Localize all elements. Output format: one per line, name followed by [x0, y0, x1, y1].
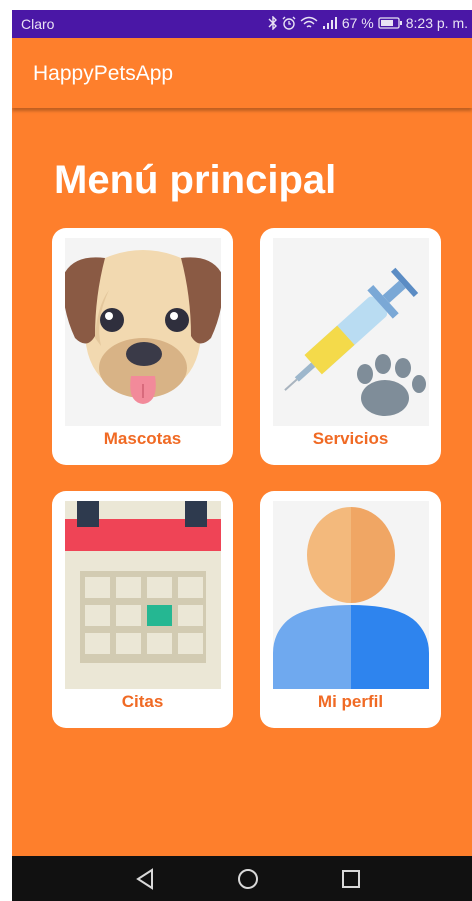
page-title: Menú principal — [54, 158, 337, 202]
dog-icon — [65, 238, 221, 426]
card-mascotas[interactable]: Mascotas — [52, 228, 233, 465]
app-screen: Claro 67 % 8:23 p. m. HappyPetsApp Menú … — [12, 10, 472, 901]
card-label: Servicios — [312, 429, 389, 448]
wifi-icon — [300, 16, 318, 30]
calendar-icon — [65, 501, 221, 689]
card-label: Mi perfil — [317, 692, 384, 711]
card-servicios[interactable]: Servicios — [260, 228, 441, 465]
user-icon — [273, 501, 429, 689]
app-title: HappyPetsApp — [33, 62, 174, 85]
navigation-bar — [12, 856, 472, 901]
card-mi-perfil[interactable]: Mi perfil — [260, 491, 441, 728]
clock: 8:23 p. m. — [405, 15, 468, 31]
carrier-name: Claro — [21, 16, 55, 32]
card-label: Citas — [121, 692, 164, 711]
status-icons: 67 % 8:23 p. m. — [268, 15, 468, 31]
recents-icon[interactable] — [338, 866, 364, 892]
syringe-paw-icon — [273, 238, 429, 426]
card-label: Mascotas — [103, 429, 182, 448]
card-citas[interactable]: Citas — [52, 491, 233, 728]
app-bar: HappyPetsApp — [12, 38, 472, 108]
signal-icon — [322, 16, 338, 30]
status-bar: Claro 67 % 8:23 p. m. — [12, 10, 472, 38]
battery-percent: 67 % — [341, 15, 374, 31]
back-icon[interactable] — [133, 866, 159, 892]
bluetooth-icon — [268, 16, 278, 30]
alarm-icon — [282, 16, 296, 30]
battery-icon — [378, 17, 402, 29]
home-icon[interactable] — [235, 866, 261, 892]
